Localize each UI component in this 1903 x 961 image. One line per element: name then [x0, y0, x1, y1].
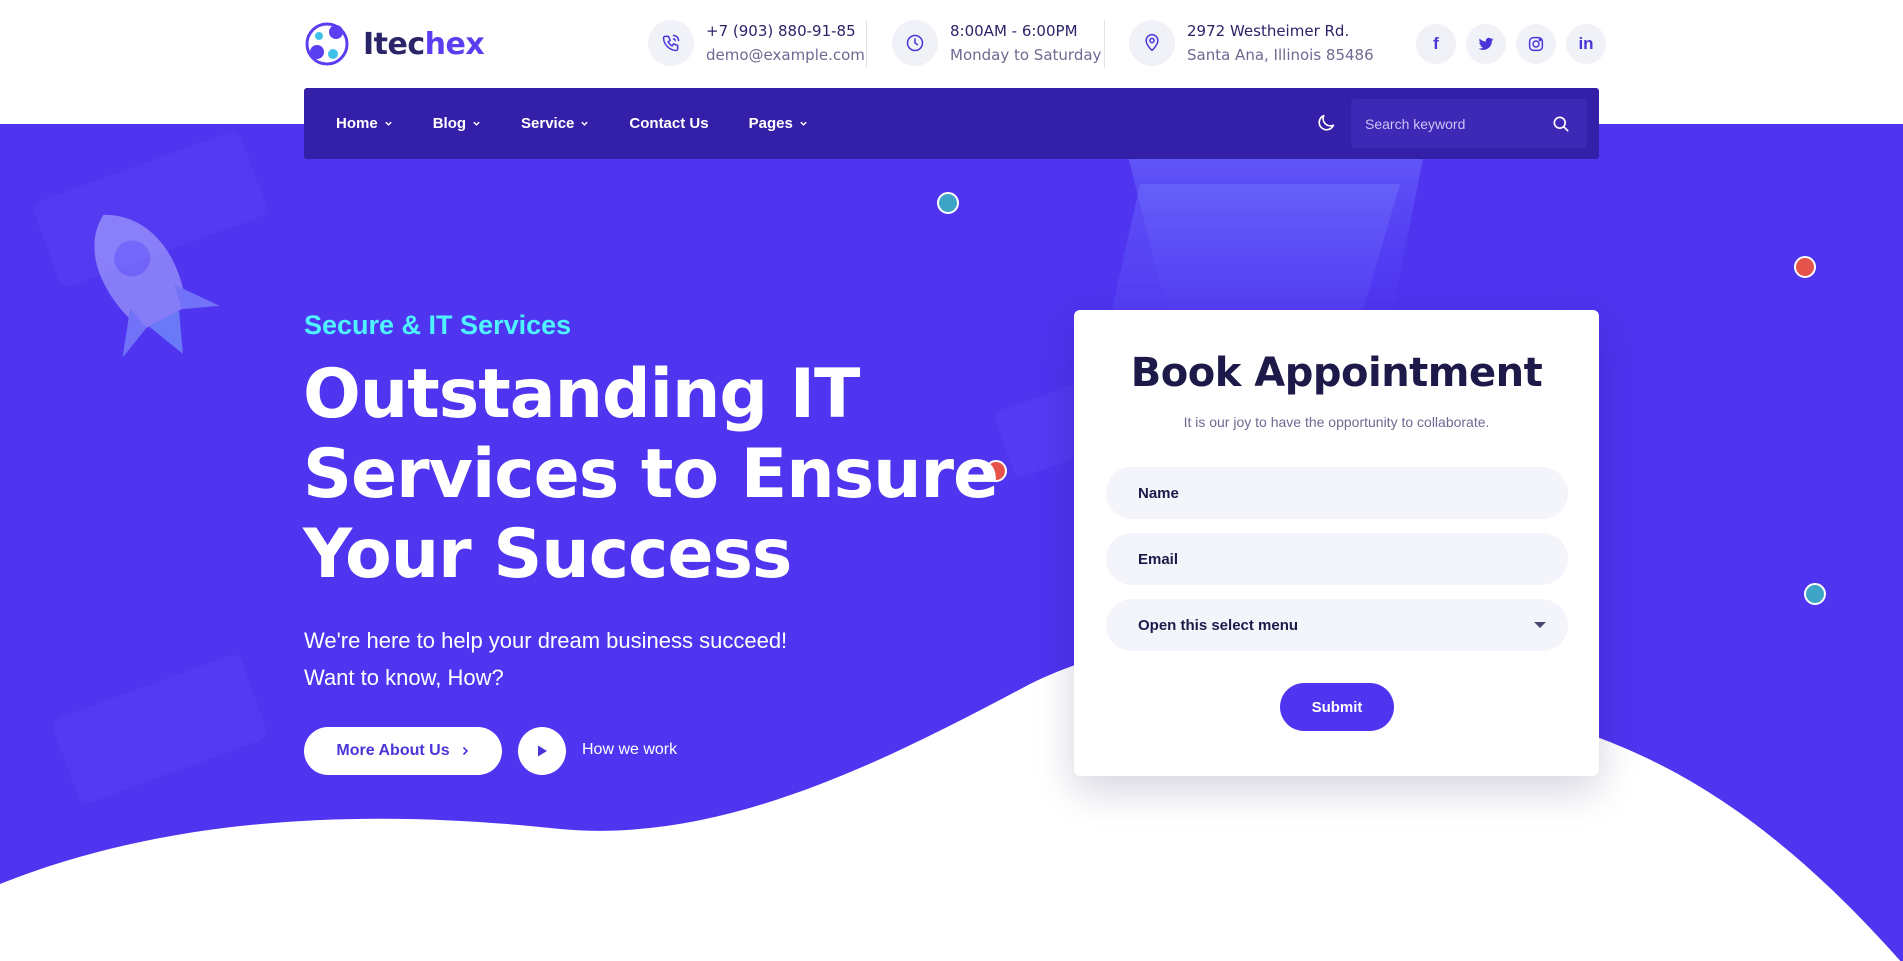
dark-mode-moon-icon[interactable]: [1315, 112, 1337, 134]
nav-label: Service: [521, 115, 575, 132]
logo-icon: [305, 22, 349, 66]
headline-line: Outstanding IT: [303, 355, 860, 434]
appointment-subtitle: It is our joy to have the opportunity to…: [1183, 414, 1490, 430]
twitter-icon[interactable]: [1466, 24, 1506, 64]
search-box: [1351, 99, 1587, 148]
phone-icon: [648, 20, 694, 66]
map-pin-icon: [1129, 20, 1175, 66]
how-we-work-link[interactable]: How we work: [582, 741, 677, 759]
decor-dot-red: [1794, 256, 1816, 278]
main-navbar: Home Blog Service Contact Us Pages: [304, 88, 1599, 159]
play-icon: [538, 745, 547, 757]
phone-number[interactable]: +7 (903) 880-91-85: [706, 22, 865, 40]
search-icon: [1553, 116, 1569, 131]
more-about-us-button[interactable]: More About Us: [304, 727, 502, 775]
chevron-down-icon: [800, 121, 807, 126]
chevron-down-icon: [384, 121, 392, 126]
contact-address: 2972 Westheimer Rd. Santa Ana, Illinois …: [1129, 18, 1374, 68]
appointment-title: Book Appointment: [1130, 350, 1543, 396]
decor-dot-teal: [937, 192, 959, 214]
brand-name-accent: hex: [424, 26, 485, 62]
headline-line: Services to Ensure: [303, 435, 999, 514]
divider: [866, 20, 867, 68]
email-field[interactable]: [1106, 533, 1568, 585]
play-video-button[interactable]: [518, 727, 566, 775]
nav-item-pages[interactable]: Pages: [749, 115, 808, 132]
nav-label: Home: [336, 115, 378, 132]
hours-days: Monday to Saturday: [950, 46, 1102, 64]
headline-line: Your Success: [303, 515, 792, 594]
divider: [1104, 20, 1105, 68]
nav-label: Contact Us: [629, 115, 709, 132]
address-city: Santa Ana, Illinois 85486: [1187, 46, 1374, 64]
decor-dot-teal: [1804, 583, 1826, 605]
email-address[interactable]: demo@example.com: [706, 46, 865, 64]
subline-line: Want to know, How?: [304, 665, 504, 690]
brand-name-main: Itec: [363, 26, 425, 62]
hero-eyebrow: Secure & IT Services: [304, 310, 572, 340]
nav-label: Blog: [432, 115, 467, 132]
hero-subline: We're here to help your dream business s…: [304, 622, 787, 696]
search-button[interactable]: [1541, 104, 1581, 144]
brand-name: Itechex: [363, 26, 485, 62]
submit-button[interactable]: Submit: [1280, 683, 1394, 731]
chevron-right-icon: [462, 746, 468, 756]
more-about-us-label: More About Us: [336, 742, 450, 759]
nav-item-home[interactable]: Home: [336, 115, 393, 132]
brand-logo[interactable]: Itechex: [303, 20, 485, 68]
select-value: Open this select menu: [1138, 616, 1299, 634]
chevron-down-icon: [473, 121, 480, 126]
service-select[interactable]: Open this select menu: [1106, 599, 1568, 651]
name-field[interactable]: [1106, 467, 1568, 519]
nav-item-contact-us[interactable]: Contact Us: [629, 115, 708, 132]
instagram-icon[interactable]: [1516, 24, 1556, 64]
social-links: f in: [1416, 24, 1606, 64]
hours-time: 8:00AM - 6:00PM: [950, 22, 1078, 40]
linkedin-icon[interactable]: in: [1566, 24, 1606, 64]
address-street: 2972 Westheimer Rd.: [1187, 22, 1350, 40]
nav-item-blog[interactable]: Blog: [433, 115, 481, 132]
appointment-card: Book Appointment It is our joy to have t…: [1074, 310, 1599, 776]
contact-hours: 8:00AM - 6:00PM Monday to Saturday: [892, 18, 1101, 68]
hero-headline: Outstanding IT Services to Ensure Your S…: [303, 355, 1003, 595]
caret-down-icon: [1534, 622, 1546, 628]
facebook-icon[interactable]: f: [1416, 24, 1456, 64]
nav-label: Pages: [748, 115, 793, 132]
clock-icon: [892, 20, 938, 66]
nav-item-service[interactable]: Service: [521, 115, 589, 132]
search-input[interactable]: [1351, 115, 1541, 132]
contact-phone: +7 (903) 880-91-85 demo@example.com: [648, 18, 865, 68]
subline-line: We're here to help your dream business s…: [304, 628, 788, 653]
chevron-down-icon: [581, 121, 589, 126]
